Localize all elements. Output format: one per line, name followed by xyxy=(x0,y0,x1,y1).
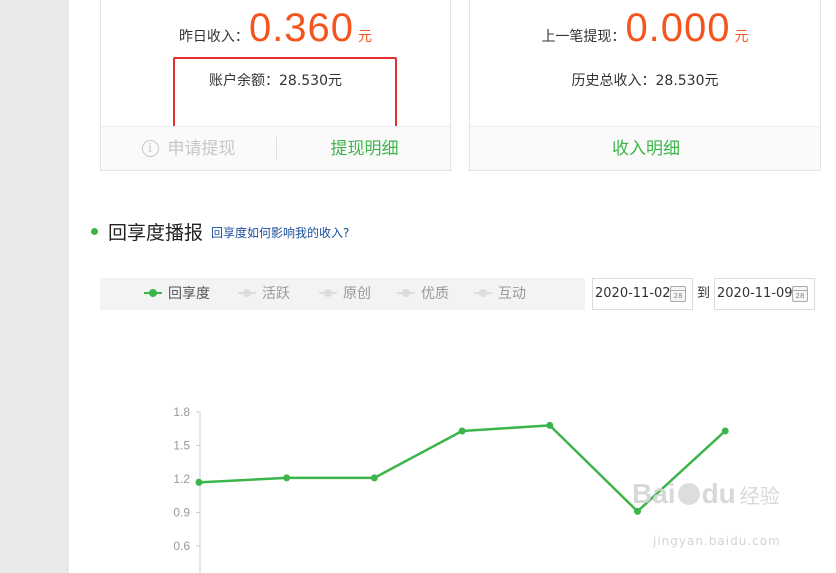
paw-logo-icon xyxy=(677,483,700,505)
income-detail-link[interactable]: 收入明细 xyxy=(470,127,822,171)
line-marker-icon xyxy=(238,289,256,297)
chart-legend-bar: 回享度 活跃 原创 优质 互动 xyxy=(100,278,585,310)
data-point[interactable] xyxy=(195,478,203,486)
data-point[interactable] xyxy=(721,427,729,435)
withdraw-card: 上一笔提现：0.000 元 历史总收入：28.530元 收入明细 xyxy=(469,0,821,171)
yesterday-income-row: 昨日收入：0.360 元 xyxy=(101,6,450,51)
data-point[interactable] xyxy=(370,474,378,482)
balance-highlight-annotation xyxy=(173,57,397,130)
last-withdraw-label: 上一笔提现： xyxy=(541,29,626,45)
data-point[interactable] xyxy=(546,421,554,429)
withdraw-action-bar: 收入明细 xyxy=(470,126,820,170)
data-point[interactable] xyxy=(283,474,291,482)
total-income: 历史总收入：28.530元 xyxy=(571,73,719,89)
legend-item-interaction[interactable]: 互动 xyxy=(474,278,526,310)
end-date-input[interactable]: 2020-11-09 xyxy=(714,278,815,310)
line-marker-icon xyxy=(397,289,415,297)
line-marker-icon xyxy=(474,289,492,297)
line-marker-icon xyxy=(144,289,162,297)
apply-withdraw-button[interactable]: i 申请提现 xyxy=(101,127,276,171)
section-bullet-icon xyxy=(91,228,98,235)
legend-item-share[interactable]: 回享度 xyxy=(144,278,210,310)
start-date-input[interactable]: 2020-11-02 xyxy=(592,278,693,310)
legend-label: 原创 xyxy=(343,286,371,302)
last-withdraw-unit: 元 xyxy=(734,29,749,45)
section-title: 回享度播报 xyxy=(108,222,204,244)
help-link[interactable]: 回享度如何影响我的收入? xyxy=(211,226,349,240)
info-icon: i xyxy=(141,140,159,157)
legend-label: 活跃 xyxy=(262,286,290,302)
legend-item-original[interactable]: 原创 xyxy=(319,278,371,310)
legend-label: 互动 xyxy=(498,286,526,302)
calendar-icon[interactable] xyxy=(792,286,808,302)
yesterday-income-value: 0.360 xyxy=(248,6,355,50)
legend-item-quality[interactable]: 优质 xyxy=(397,278,449,310)
last-withdraw-value: 0.000 xyxy=(625,6,731,50)
end-date-value: 2020-11-09 xyxy=(717,286,793,301)
y-tick-label: 1.5 xyxy=(173,439,190,453)
y-tick-label: 1.8 xyxy=(173,405,190,419)
withdraw-detail-link[interactable]: 提现明细 xyxy=(277,127,452,171)
baidu-jingyan-watermark: Bai du 经验 jingyan.baidu.com xyxy=(632,478,781,548)
yesterday-income-label: 昨日收入： xyxy=(178,29,249,45)
legend-item-active[interactable]: 活跃 xyxy=(238,278,290,310)
data-point[interactable] xyxy=(458,427,466,435)
apply-withdraw-label: 申请提现 xyxy=(167,139,236,159)
y-tick-label: 0.9 xyxy=(173,506,190,520)
section-header: 回享度播报 回享度如何影响我的收入? xyxy=(91,218,349,245)
y-tick-label: 1.2 xyxy=(173,472,190,486)
legend-label: 优质 xyxy=(421,286,449,302)
y-tick-label: 0.6 xyxy=(173,539,190,553)
line-marker-icon xyxy=(319,289,337,297)
date-range-to-label: 到 xyxy=(697,286,711,301)
legend-label: 回享度 xyxy=(168,286,210,302)
last-withdraw-row: 上一笔提现：0.000 元 xyxy=(470,6,820,51)
calendar-icon[interactable] xyxy=(670,286,686,302)
start-date-value: 2020-11-02 xyxy=(595,286,671,301)
left-sidebar xyxy=(0,0,68,573)
yesterday-income-unit: 元 xyxy=(358,29,373,45)
main-content: 昨日收入：0.360 元 账户余额：28.530元 i 申请提现 提现明细 上一笔提… xyxy=(69,0,836,573)
earnings-card: 昨日收入：0.360 元 账户余额：28.530元 i 申请提现 提现明细 xyxy=(100,0,451,171)
earnings-action-bar: i 申请提现 提现明细 xyxy=(101,126,450,170)
